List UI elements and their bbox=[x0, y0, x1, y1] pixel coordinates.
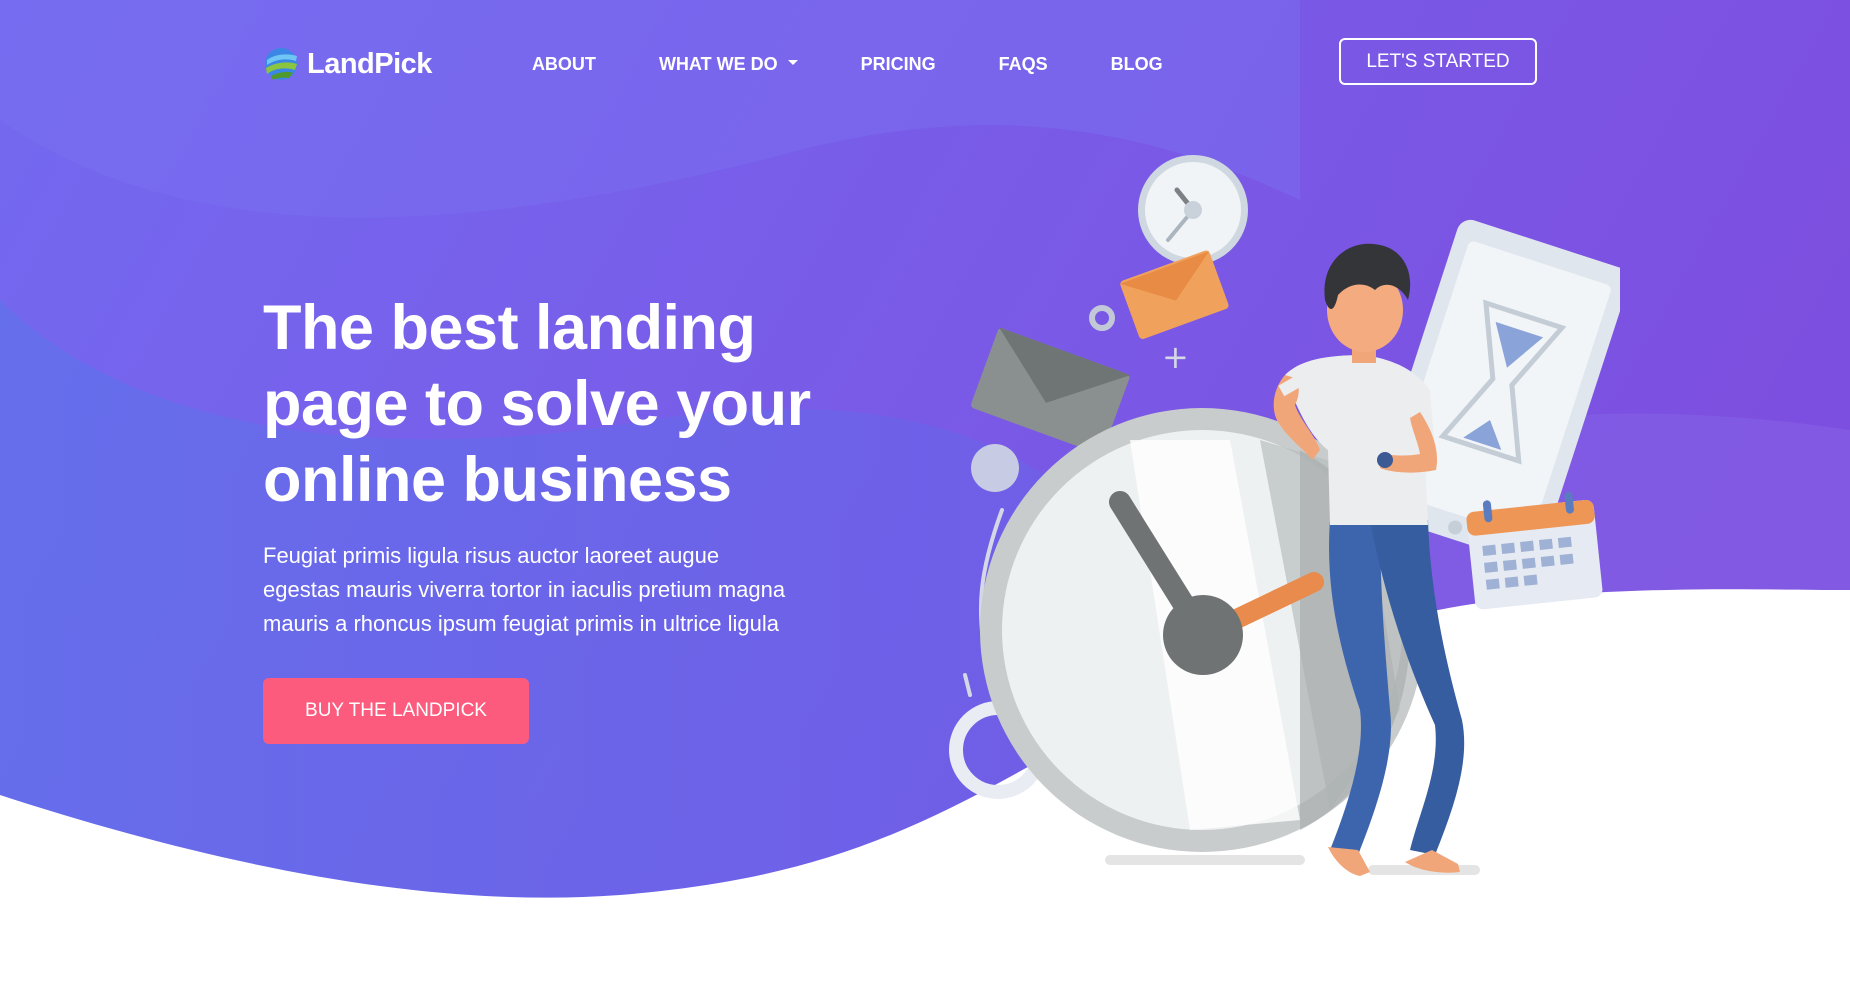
navbar: LandPick ABOUT WHAT WE DO PRICING FAQS B… bbox=[263, 38, 1537, 90]
nav-item-about[interactable]: ABOUT bbox=[532, 54, 596, 75]
small-ring bbox=[1089, 305, 1115, 331]
nav-item-faqs[interactable]: FAQS bbox=[999, 54, 1048, 75]
nav-item-pricing[interactable]: PRICING bbox=[861, 54, 936, 75]
brand-name: LandPick bbox=[307, 47, 432, 80]
logo-globe-icon bbox=[265, 48, 297, 80]
nav-item-what-we-do[interactable]: WHAT WE DO bbox=[659, 54, 798, 75]
lets-started-button[interactable]: LET'S STARTED bbox=[1339, 38, 1537, 85]
calendar-icon bbox=[1466, 491, 1603, 610]
hero-text-line: Feugiat primis ligula risus auctor laore… bbox=[263, 543, 720, 568]
orange-envelope-icon bbox=[1119, 250, 1229, 340]
decor-circle bbox=[971, 444, 1019, 492]
hero-title-line: online business bbox=[263, 445, 732, 515]
hero-illustration: + bbox=[940, 150, 1630, 880]
buy-the-landpick-button[interactable]: BUY THE LANDPICK bbox=[263, 678, 529, 744]
caret-down-icon bbox=[787, 60, 798, 66]
hero-title-line: page to solve your bbox=[263, 369, 811, 439]
nav-item-blog[interactable]: BLOG bbox=[1111, 54, 1163, 75]
nav-item-label: WHAT WE DO bbox=[658, 53, 778, 74]
wall-clock-icon bbox=[1138, 155, 1248, 265]
nav-menu: ABOUT WHAT WE DO PRICING FAQS BLOG bbox=[532, 54, 1226, 75]
floor-shadow bbox=[1105, 855, 1305, 865]
hero-text-line: egestas mauris viverra tortor in iaculis… bbox=[263, 577, 786, 602]
hero-description: Feugiat primis ligula risus auctor laore… bbox=[263, 539, 833, 641]
hero-text-line: mauris a rhoncus ipsum feugiat primis in… bbox=[263, 611, 779, 636]
hero-title: The best landing page to solve your online… bbox=[263, 290, 843, 518]
logo[interactable]: LandPick bbox=[263, 45, 432, 83]
plus-icon: + bbox=[1162, 338, 1189, 376]
hero-title-line: The best landing bbox=[263, 293, 756, 363]
